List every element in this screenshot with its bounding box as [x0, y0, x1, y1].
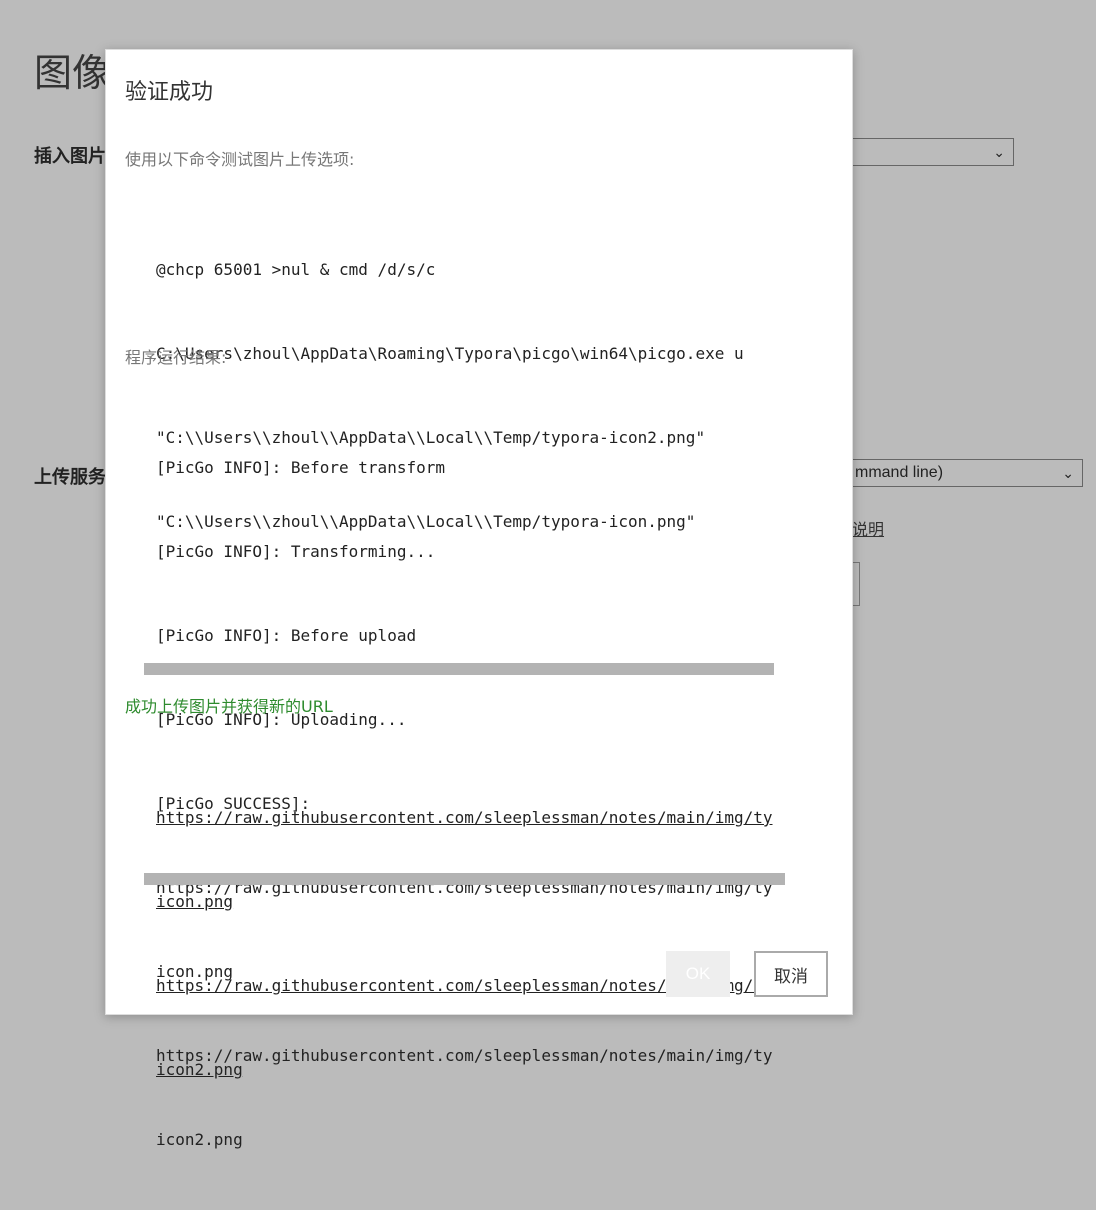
page-title: 图像	[34, 51, 111, 95]
result-line: [PicGo INFO]: Before upload	[156, 626, 417, 645]
dialog-title: 验证成功	[125, 80, 214, 105]
command-line: C:\Users\zhoul\AppData\Roaming\Typora\pi…	[156, 344, 744, 363]
url-link[interactable]: icon2.png	[156, 1056, 836, 1084]
command-line: @chcp 65001 >nul & cmd /d/s/c	[156, 260, 436, 279]
url-link[interactable]: https://raw.githubusercontent.com/sleepl…	[156, 972, 836, 1000]
result-line: [PicGo INFO]: Before transform	[156, 458, 445, 477]
help-link[interactable]: 说明	[852, 516, 884, 540]
upload-service-label: 上传服务	[34, 467, 106, 488]
chevron-down-icon: ⌄	[1062, 465, 1074, 481]
url-link[interactable]: icon.png	[156, 888, 836, 916]
url-scrollbar[interactable]	[144, 873, 785, 885]
result-label: 程序运行结果:	[125, 348, 227, 367]
result-scrollbar[interactable]	[144, 663, 774, 675]
url-link[interactable]: https://raw.githubusercontent.com/sleepl…	[156, 804, 836, 832]
insert-image-label: 插入图片	[34, 146, 106, 167]
url-block: https://raw.githubusercontent.com/sleepl…	[156, 748, 836, 1140]
cancel-button[interactable]: 取消	[754, 951, 828, 997]
command-label: 使用以下命令测试图片上传选项:	[125, 150, 355, 169]
chevron-down-icon: ⌄	[993, 144, 1005, 160]
validation-dialog: 验证成功 使用以下命令测试图片上传选项: @chcp 65001 >nul & …	[105, 49, 853, 1149]
result-line: [PicGo INFO]: Transforming...	[156, 542, 436, 561]
success-message: 成功上传图片并获得新的URL	[125, 697, 333, 716]
upload-service-select[interactable]: mmand line) ⌄	[820, 459, 1083, 487]
ok-button[interactable]: OK	[666, 951, 730, 997]
